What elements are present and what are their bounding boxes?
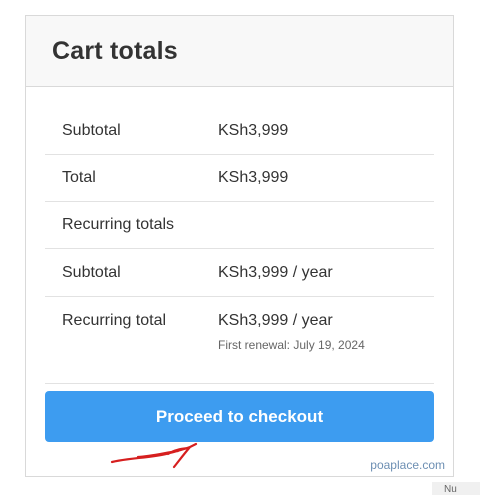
- recurring-subtotal-label: Subtotal: [45, 248, 218, 297]
- card-header: Cart totals: [26, 16, 453, 87]
- recurring-total-cell: KSh3,999 / year First renewal: July 19, …: [218, 296, 434, 384]
- subtotal-value: KSh3,999: [218, 108, 434, 155]
- recurring-totals-heading: Recurring totals: [45, 201, 434, 249]
- card-title: Cart totals: [52, 36, 178, 65]
- first-renewal-note: First renewal: July 19, 2024: [218, 338, 365, 352]
- total-label: Total: [45, 154, 218, 202]
- recurring-total-value: KSh3,999 / year: [218, 312, 333, 329]
- subtotal-label: Subtotal: [45, 108, 218, 155]
- recurring-total-row: Recurring total KSh3,999 / year First re…: [45, 296, 434, 384]
- red-arrow-annotation-icon: [110, 442, 198, 469]
- page: Cart totals Subtotal KSh3,999 Total KSh3…: [0, 0, 480, 495]
- recurring-totals-heading-row: Recurring totals: [45, 201, 434, 249]
- recurring-subtotal-row: Subtotal KSh3,999 / year: [45, 248, 434, 297]
- total-value: KSh3,999: [218, 154, 434, 202]
- recurring-subtotal-value: KSh3,999 / year: [218, 248, 434, 297]
- cart-totals-card: Cart totals Subtotal KSh3,999 Total KSh3…: [25, 15, 454, 477]
- proceed-to-checkout-button[interactable]: Proceed to checkout: [45, 391, 434, 442]
- total-row: Total KSh3,999: [45, 154, 434, 202]
- recurring-total-label: Recurring total: [45, 296, 218, 384]
- totals-table: Subtotal KSh3,999 Total KSh3,999 Recurri…: [45, 108, 434, 384]
- watermark-text: poaplace.com: [370, 458, 445, 472]
- corner-snippet: Nu: [432, 482, 480, 495]
- subtotal-row: Subtotal KSh3,999: [45, 108, 434, 155]
